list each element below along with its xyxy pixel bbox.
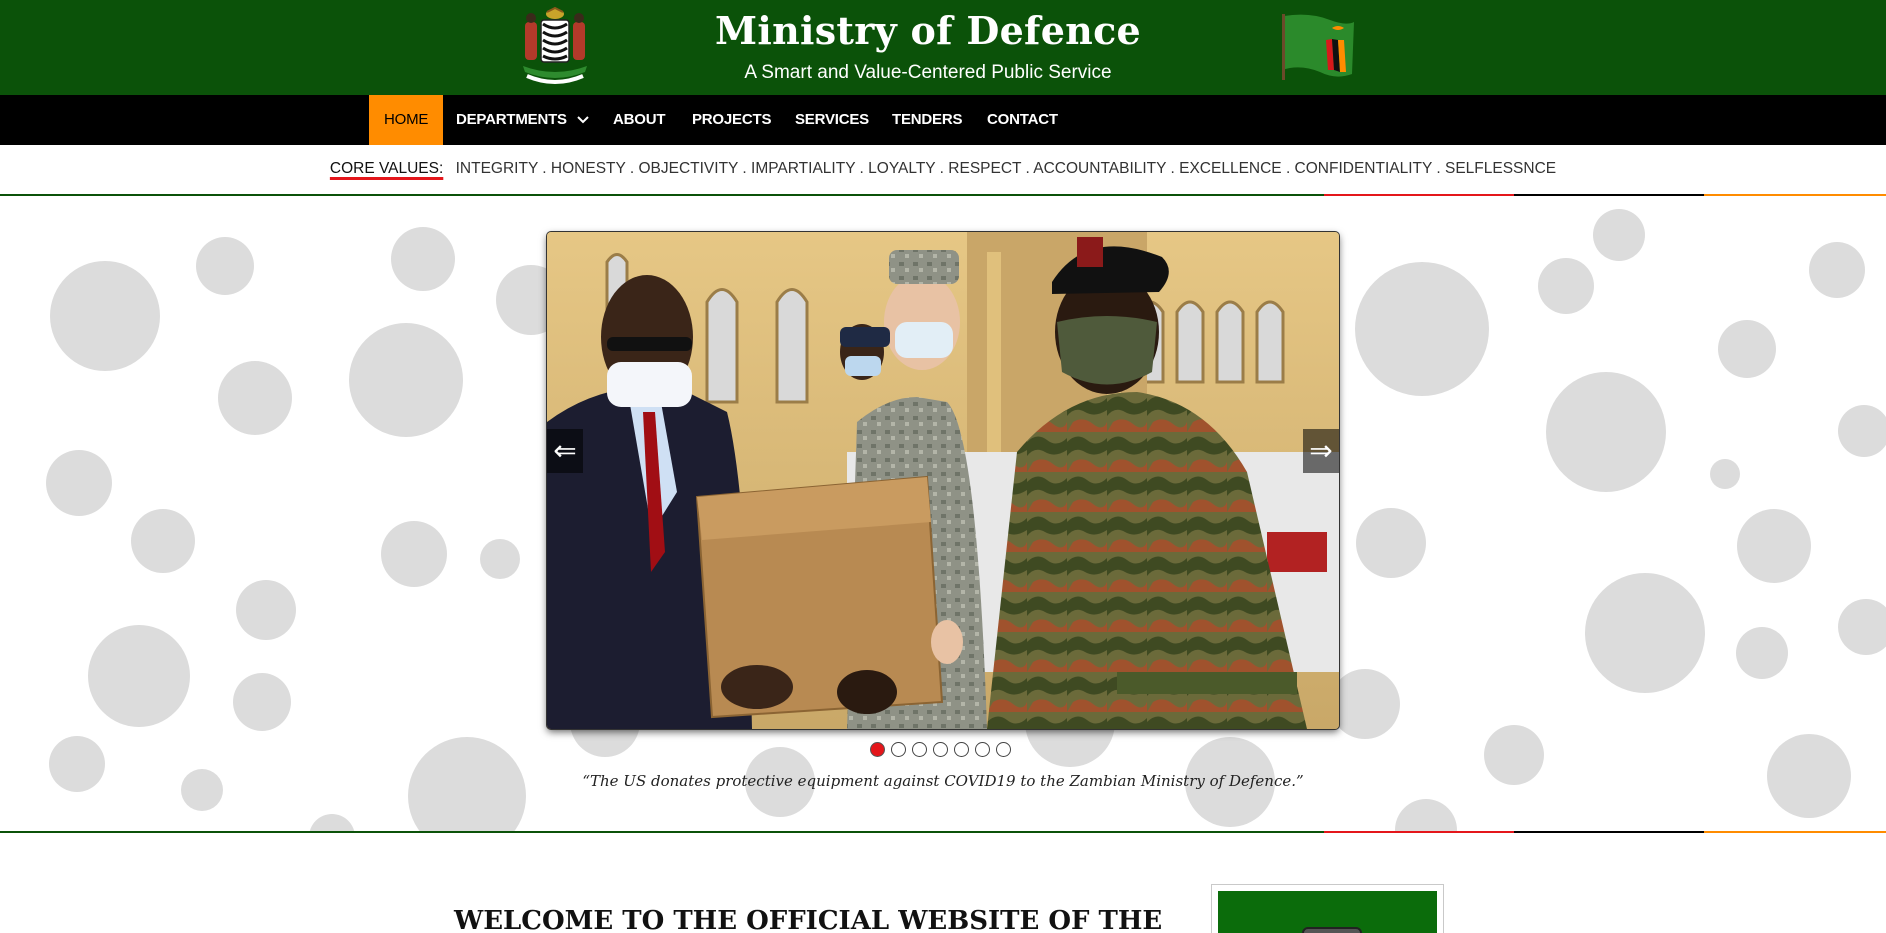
site-header: Ministry of Defence A Smart and Value-Ce…: [0, 0, 1886, 95]
site-tagline: A Smart and Value-Centered Public Servic…: [744, 62, 1112, 83]
carousel-indicator-5[interactable]: [954, 742, 969, 757]
core-values-bar: CORE VALUES: INTEGRITY . HONESTY . OBJEC…: [0, 160, 1886, 178]
nav-projects[interactable]: PROJECTS: [677, 95, 786, 145]
nav-contact[interactable]: CONTACT: [972, 95, 1073, 145]
core-values-label: CORE VALUES:: [329, 160, 444, 177]
welcome-heading: WELCOME TO THE OFFICIAL WEBSITE OF THE: [454, 906, 1163, 933]
carousel-indicator-2[interactable]: [891, 742, 906, 757]
tricolor-divider-top: [0, 194, 1886, 196]
nav-departments[interactable]: DEPARTMENTS: [441, 95, 604, 145]
slide-photo: [547, 232, 1339, 729]
tricolor-divider-bottom: [0, 831, 1886, 833]
carousel-next-button[interactable]: ⇒: [1303, 429, 1339, 473]
chevron-down-icon: [577, 116, 589, 124]
carousel-caption: “The US donates protective equipment aga…: [582, 772, 1304, 790]
hero-carousel: ⇐ ⇒ “The US donates protective equipment…: [0, 197, 1886, 832]
phone-icon: [1302, 927, 1362, 933]
core-values-list: INTEGRITY . HONESTY . OBJECTIVITY . IMPA…: [455, 160, 1557, 177]
zambia-flag-icon: [1282, 14, 1354, 80]
carousel-indicator-1[interactable]: [870, 742, 885, 757]
carousel-indicator-7[interactable]: [996, 742, 1011, 757]
app-promo-card[interactable]: [1211, 884, 1444, 933]
nav-tenders[interactable]: TENDERS: [877, 95, 977, 145]
site-title: Ministry of Defence: [714, 8, 1142, 53]
nav-home[interactable]: HOME: [369, 95, 444, 145]
nav-departments-label: DEPARTMENTS: [456, 111, 567, 128]
app-promo-banner: [1218, 891, 1437, 933]
nav-about[interactable]: ABOUT: [598, 95, 680, 145]
carousel-indicator-6[interactable]: [975, 742, 990, 757]
carousel-slide-image[interactable]: [547, 232, 1339, 729]
carousel-indicator-4[interactable]: [933, 742, 948, 757]
main-navbar: HOME DEPARTMENTS ABOUT PROJECTS SERVICES…: [0, 95, 1886, 145]
nav-services[interactable]: SERVICES: [780, 95, 884, 145]
carousel-prev-button[interactable]: ⇐: [547, 429, 583, 473]
carousel-indicator-3[interactable]: [912, 742, 927, 757]
